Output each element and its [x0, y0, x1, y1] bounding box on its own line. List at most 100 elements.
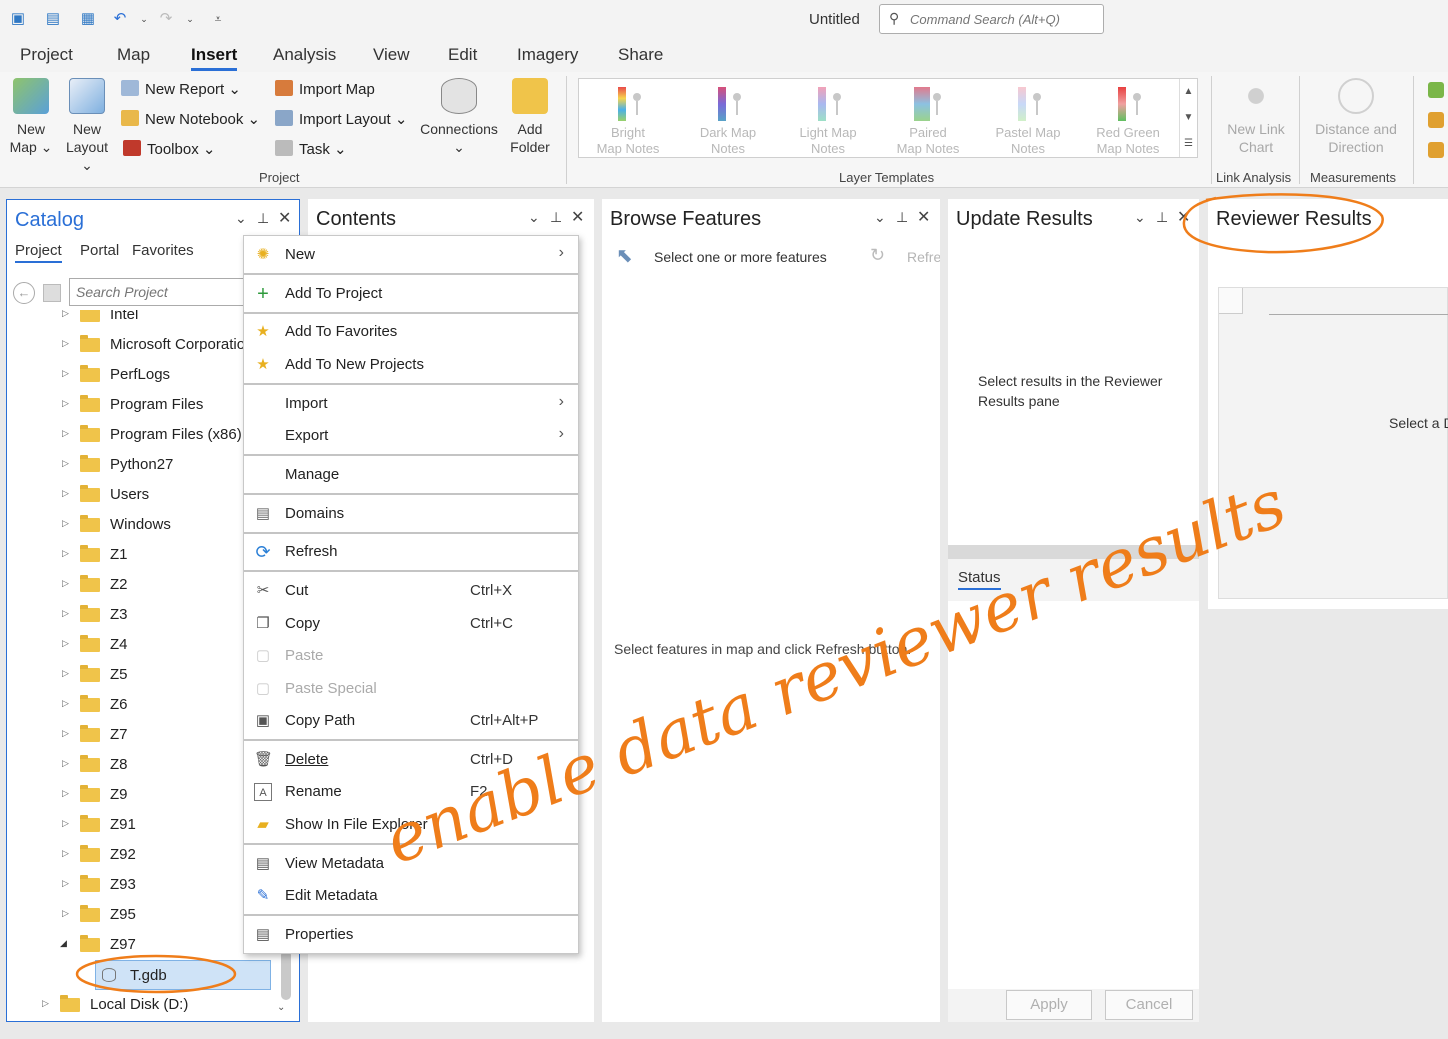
tool-icon[interactable]	[1428, 112, 1444, 128]
tree-item[interactable]: ▷ Z6	[7, 690, 279, 720]
pane-menu-icon[interactable]: ⌄	[1134, 209, 1146, 226]
template-dark-map-notes[interactable]: Dark Map Notes	[683, 87, 773, 157]
menu-item-properties[interactable]: ▤ Properties	[244, 920, 578, 950]
tree-item[interactable]: ▷ Z3	[7, 600, 279, 630]
menu-item-refresh[interactable]: ⟳ Refresh	[244, 537, 578, 567]
pin-icon[interactable]: ⊥	[257, 210, 269, 227]
tree-item[interactable]: ▷ Z1	[7, 540, 279, 570]
tree-item[interactable]: ▷ Z92	[7, 840, 279, 870]
tree-item[interactable]: ▷ Intel	[7, 310, 279, 330]
menu-item-export[interactable]: Export ›	[244, 421, 578, 451]
import-layout-button[interactable]: Import Layout ⌄	[275, 110, 407, 128]
add-folder-button[interactable]: Add Folder	[505, 78, 555, 156]
tree-item[interactable]: ▷ Z4	[7, 630, 279, 660]
tab-view[interactable]: View	[373, 45, 410, 65]
menu-item-manage[interactable]: Manage	[244, 460, 578, 490]
tree-item[interactable]: ▷ Z2	[7, 570, 279, 600]
tree-item[interactable]: ▷ Program Files (x86)	[7, 420, 279, 450]
new-notebook-button[interactable]: New Notebook ⌄	[121, 110, 260, 128]
tab-analysis[interactable]: Analysis	[273, 45, 336, 65]
tab-map[interactable]: Map	[117, 45, 150, 65]
new-report-button[interactable]: New Report ⌄	[121, 80, 241, 98]
tab-project[interactable]: Project	[20, 45, 73, 65]
tree-item[interactable]: ▷ Microsoft Corporation	[7, 330, 279, 360]
open-project-icon[interactable]: ▤	[43, 9, 63, 29]
template-bright-map-notes[interactable]: Bright Map Notes	[583, 87, 673, 157]
new-layout-button[interactable]: New Layout ⌄	[60, 78, 114, 174]
close-icon[interactable]: ✕	[917, 207, 930, 227]
tree-item[interactable]: ▷ Users	[7, 480, 279, 510]
cancel-button[interactable]: Cancel	[1105, 990, 1193, 1020]
customize-toolbar-icon[interactable]: ⩡	[208, 9, 228, 29]
tab-imagery[interactable]: Imagery	[517, 45, 578, 65]
tab-catalog-portal[interactable]: Portal	[80, 242, 119, 259]
import-map-button[interactable]: Import Map	[275, 80, 375, 98]
redo-icon[interactable]: ↷	[156, 9, 176, 29]
undo-dropdown-icon[interactable]: ⌄	[134, 9, 154, 29]
menu-item-domains[interactable]: ▤ Domains	[244, 499, 578, 529]
template-light-map-notes[interactable]: Light Map Notes	[783, 87, 873, 157]
tab-catalog-project[interactable]: Project	[15, 242, 62, 263]
connections-button[interactable]: Connections ⌄	[416, 78, 502, 156]
tree-item[interactable]: ▷ Z8	[7, 750, 279, 780]
apply-button[interactable]: Apply	[1006, 990, 1092, 1020]
tree-item[interactable]: ▷ Windows	[7, 510, 279, 540]
gallery-scroll-down-icon[interactable]: ▼	[1179, 105, 1197, 131]
tab-edit[interactable]: Edit	[448, 45, 477, 65]
tab-insert[interactable]: Insert	[191, 45, 238, 71]
pin-icon[interactable]: ⊥	[1156, 209, 1168, 226]
command-search[interactable]: ⚲	[879, 4, 1104, 34]
tree-item[interactable]: ▷ Program Files	[7, 390, 279, 420]
undo-icon[interactable]: ↶	[110, 9, 130, 29]
tab-share[interactable]: Share	[618, 45, 663, 65]
toolbox-button[interactable]: Toolbox ⌄	[123, 140, 215, 158]
command-search-input[interactable]	[910, 9, 1100, 29]
pane-menu-icon[interactable]: ⌄	[874, 209, 886, 226]
select-features-icon[interactable]: ⬉	[616, 243, 633, 268]
distance-direction-button[interactable]: Distance and Direction	[1306, 78, 1406, 156]
pin-icon[interactable]: ⊥	[896, 209, 908, 226]
tab-catalog-favorites[interactable]: Favorites	[132, 242, 194, 259]
menu-item-copy[interactable]: ❐ Copy Ctrl+C	[244, 609, 578, 639]
back-icon[interactable]: ←	[13, 282, 35, 304]
tree-item[interactable]: ▷ Z93	[7, 870, 279, 900]
close-icon[interactable]: ✕	[278, 208, 291, 228]
tree-item[interactable]: ▷ Z9	[7, 780, 279, 810]
menu-item-import[interactable]: Import ›	[244, 389, 578, 419]
tree-item[interactable]: ▷ Z95	[7, 900, 279, 930]
refresh-icon[interactable]: ↻	[870, 245, 885, 266]
home-icon[interactable]	[43, 284, 61, 302]
tree-item[interactable]: ▷ PerfLogs	[7, 360, 279, 390]
tree-item[interactable]: ▷ Z5	[7, 660, 279, 690]
close-icon[interactable]: ✕	[571, 207, 584, 227]
tree-item[interactable]: ▷ Z91	[7, 810, 279, 840]
new-link-chart-button[interactable]: New Link Chart	[1220, 78, 1292, 156]
tool-icon[interactable]	[1428, 142, 1444, 158]
menu-item-paste[interactable]: ▢ Paste	[244, 641, 578, 671]
scroll-down-icon[interactable]: ⌄	[277, 1002, 285, 1013]
template-red-green-map-notes[interactable]: Red Green Map Notes	[1083, 87, 1173, 157]
redo-dropdown-icon[interactable]: ⌄	[180, 9, 200, 29]
menu-item-cut[interactable]: ✂ Cut Ctrl+X	[244, 576, 578, 606]
menu-item-add-to-new-projects[interactable]: ★ Add To New Projects	[244, 350, 578, 380]
task-button[interactable]: Task ⌄	[275, 140, 347, 158]
template-paired-map-notes[interactable]: Paired Map Notes	[883, 87, 973, 157]
new-project-icon[interactable]: ▣	[8, 9, 28, 29]
menu-item-paste-special[interactable]: ▢ Paste Special	[244, 674, 578, 704]
gallery-scroll-up-icon[interactable]: ▲	[1179, 79, 1197, 105]
tree-item[interactable]: ▷ Z7	[7, 720, 279, 750]
refresh-button-label[interactable]: Refresh	[907, 249, 940, 265]
menu-item-add-to-favorites[interactable]: ★ Add To Favorites	[244, 317, 578, 347]
add-icon[interactable]	[1428, 82, 1444, 98]
menu-item-new[interactable]: ✺ New ›	[244, 240, 578, 270]
pane-menu-icon[interactable]: ⌄	[528, 209, 540, 226]
template-pastel-map-notes[interactable]: Pastel Map Notes	[983, 87, 1073, 157]
menu-item-add-to-project[interactable]: + Add To Project	[244, 279, 578, 309]
pane-menu-icon[interactable]: ⌄	[235, 210, 247, 227]
tree-item[interactable]: ▷ Python27	[7, 450, 279, 480]
scrollbar-thumb[interactable]	[281, 950, 291, 1000]
save-icon[interactable]: ▦	[78, 9, 98, 29]
gallery-expand-icon[interactable]: ☰	[1179, 131, 1197, 157]
pin-icon[interactable]: ⊥	[550, 209, 562, 226]
new-map-button[interactable]: New Map ⌄	[6, 78, 56, 156]
